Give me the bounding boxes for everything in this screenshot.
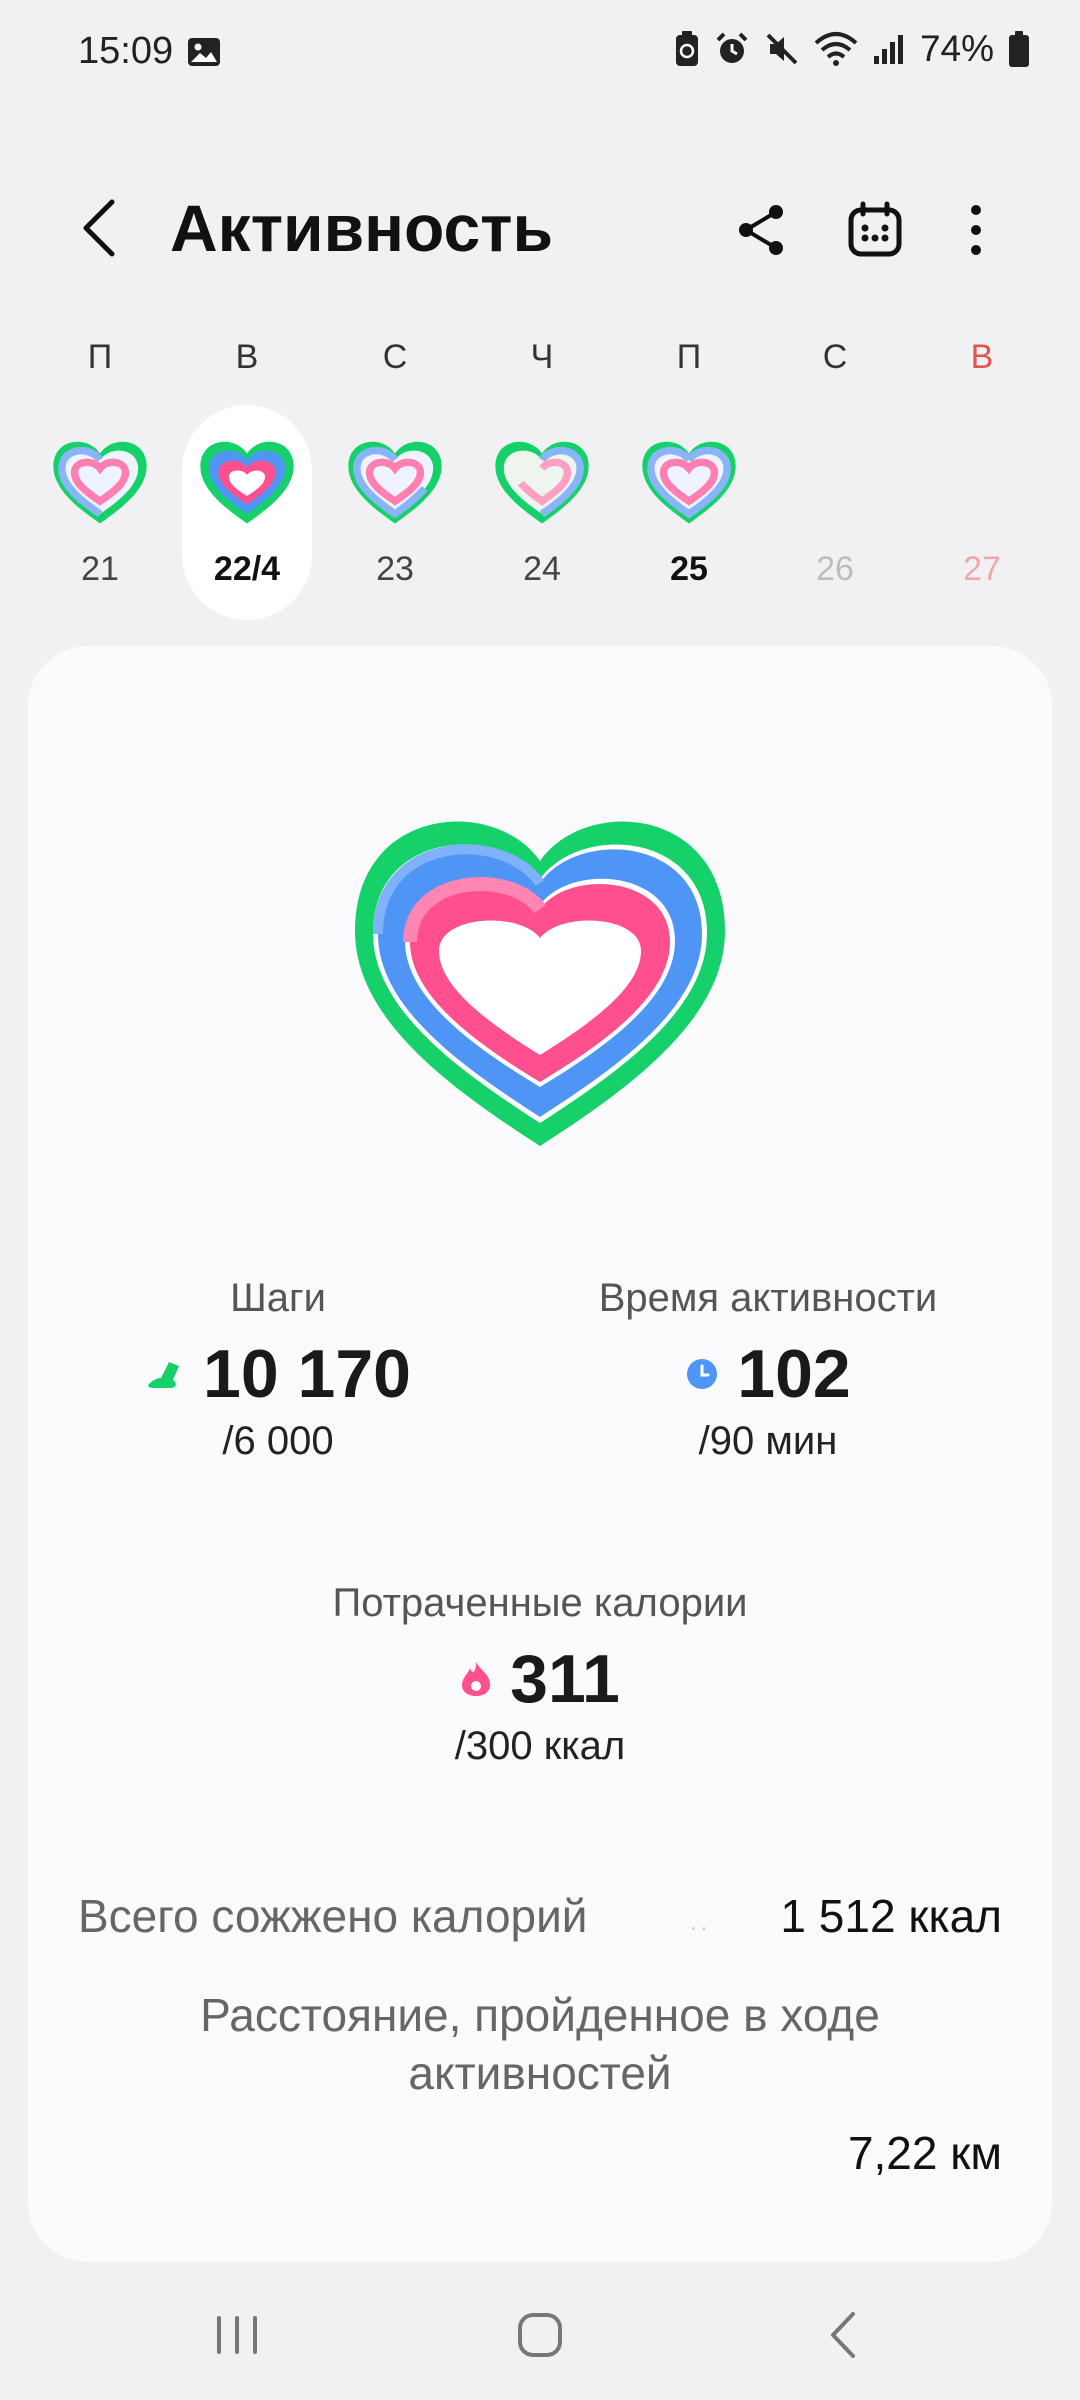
calories-stat[interactable]: Потраченные калории 311 /300 ккал <box>240 1581 840 1769</box>
mute-icon <box>766 33 798 65</box>
flame-icon <box>462 1662 491 1696</box>
total-calories-value: 1 512 ккал <box>780 1890 1002 1942</box>
more-options-icon[interactable] <box>946 200 1006 260</box>
day-letter: П <box>87 338 113 376</box>
calories-value: 311 <box>510 1641 620 1717</box>
day-letter: П <box>676 338 702 376</box>
dotted-separator: ·· <box>690 1917 712 1939</box>
app-header: Активность <box>0 180 1080 280</box>
total-calories-label: Всего сожжено калорий <box>78 1890 588 1942</box>
day-item: В 27 <box>917 330 1047 630</box>
day-date: 22/4 <box>213 550 281 588</box>
calendar-icon[interactable] <box>845 200 905 260</box>
wifi-icon <box>814 32 858 66</box>
distance-label: Расстояние, пройденное в ходе активносте… <box>200 1989 880 2099</box>
day-date: 24 <box>523 550 561 588</box>
activity-rings-heart[interactable] <box>335 801 745 1161</box>
day-letter: С <box>382 338 408 376</box>
battery-percent: 74% <box>919 28 994 69</box>
calories-label: Потраченные калории <box>332 1581 748 1625</box>
day-date: 21 <box>81 550 119 588</box>
day-item-selected[interactable]: В 22/4 <box>182 330 312 630</box>
status-time: 15:09 <box>78 30 174 72</box>
steps-goal: /6 000 <box>222 1419 334 1463</box>
active-time-stat[interactable]: Время активности 102 /90 мин <box>528 1276 1008 1464</box>
day-item-today[interactable]: П 25 <box>624 330 754 630</box>
active-time-label: Время активности <box>598 1276 938 1320</box>
share-icon[interactable] <box>732 200 792 260</box>
alarm-icon <box>716 32 748 63</box>
day-letter: В <box>970 338 994 376</box>
back-arrow-icon[interactable] <box>70 196 134 260</box>
activity-heart-icon <box>348 441 442 524</box>
battery-icon <box>1009 31 1029 67</box>
day-letter: В <box>235 338 259 376</box>
steps-label: Шаги <box>230 1276 326 1320</box>
status-icons: 74% <box>674 28 1030 70</box>
day-item: С 26 <box>770 330 900 630</box>
day-date: 25 <box>670 550 708 588</box>
system-navigation-bar <box>0 2280 1080 2400</box>
home-icon[interactable] <box>500 2300 580 2370</box>
signal-icon <box>873 35 903 64</box>
day-item[interactable]: Ч 24 <box>477 330 607 630</box>
status-bar: 15:09 74% <box>0 0 1080 110</box>
day-date: 26 <box>816 550 854 588</box>
gallery-notification-icon <box>188 38 220 66</box>
back-nav-icon[interactable] <box>803 2300 883 2370</box>
activity-heart-icon <box>53 441 147 524</box>
calories-goal: /300 ккал <box>454 1724 626 1768</box>
active-time-goal: /90 мин <box>698 1419 838 1463</box>
page-title: Активность <box>170 191 554 265</box>
active-time-value: 102 <box>737 1336 851 1412</box>
steps-shoe-icon <box>148 1362 179 1388</box>
activity-summary-card: Шаги 10 170 /6 000 Время активности 102 … <box>28 646 1052 2262</box>
day-letter: Ч <box>530 338 554 376</box>
steps-stat[interactable]: Шаги 10 170 /6 000 <box>68 1276 488 1464</box>
week-selector: П 21 В 22/4 С 23 Ч 24 П 25 С 26 В 27 <box>0 330 1080 630</box>
day-date: 27 <box>963 550 1001 588</box>
day-item[interactable]: П 21 <box>35 330 165 630</box>
day-letter: С <box>822 338 848 376</box>
activity-heart-icon <box>200 441 294 524</box>
distance-value: 7,22 км <box>847 2127 1002 2179</box>
activity-heart-icon <box>642 441 736 524</box>
total-calories-row[interactable]: Всего сожжено калорий ·· 1 512 ккал <box>78 1889 1002 1959</box>
recent-apps-icon[interactable] <box>197 2300 277 2370</box>
activity-heart-icon <box>495 441 589 524</box>
steps-value: 10 170 <box>203 1336 411 1412</box>
battery-saver-icon <box>675 31 698 66</box>
day-item[interactable]: С 23 <box>330 330 460 630</box>
day-date: 23 <box>376 550 414 588</box>
clock-icon <box>687 1359 718 1389</box>
